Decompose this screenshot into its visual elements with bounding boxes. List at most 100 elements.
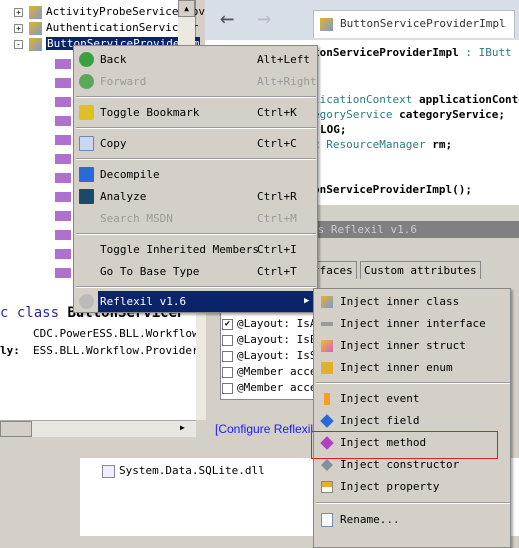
scroll-up-icon[interactable]: ▲ (178, 0, 195, 17)
property-icon (321, 481, 333, 493)
menu-item-shortcut: Ctrl+I (257, 243, 297, 256)
enum-icon (321, 362, 333, 374)
menu-item-inject-event[interactable]: Inject event (314, 388, 510, 410)
configure-reflexil-link[interactable]: [Configure Reflexil ... (215, 422, 326, 436)
checkbox[interactable] (222, 350, 233, 362)
menu-item-label: Inject inner struct (340, 339, 466, 352)
expand-icon[interactable]: + (14, 7, 23, 17)
checkbox-label: @Layout: IsE (237, 333, 317, 346)
menu-item-shortcut: Alt+Left (257, 53, 310, 66)
reflexil-icon (79, 294, 94, 309)
tab-buttonserviceproviderimpl[interactable]: ButtonServiceProviderImpl (313, 10, 515, 38)
code-text: licationContext (313, 93, 419, 106)
keyword-text: c class (0, 305, 68, 321)
menu-item-go-to-base-type[interactable]: Go To Base Type Ctrl+T (74, 261, 317, 282)
menu-item-inject-field[interactable]: Inject field (314, 410, 510, 432)
code-text: tonServiceProviderImpl (313, 46, 459, 59)
code-line: c ResourceManager rm; (313, 138, 452, 151)
tab-custom-attributes[interactable]: Custom attributes (360, 261, 481, 279)
menu-item-shortcut: Ctrl+C (257, 137, 297, 150)
checkbox[interactable] (222, 382, 233, 394)
collapse-icon[interactable]: - (14, 39, 23, 49)
scroll-thumb[interactable] (0, 421, 32, 437)
field-icon (320, 414, 334, 428)
assembly-item-label: System.Data.SQLite.dll (119, 464, 265, 477)
rename-icon (321, 513, 333, 527)
menu-item-label: Toggle Bookmark (100, 106, 200, 119)
code-line: egoryService categoryService; (313, 108, 505, 121)
code-text: LOG; (320, 123, 347, 136)
menu-item-rename[interactable]: Rename... (314, 509, 510, 531)
checkbox-label: @Layout: IsS (237, 349, 317, 362)
menu-item-shortcut: Alt+Right (257, 75, 317, 88)
menu-item-inject-inner-class[interactable]: Inject inner class (314, 291, 510, 313)
interface-icon (321, 322, 333, 326)
class-icon (321, 296, 333, 308)
horizontal-scrollbar[interactable]: ▶ (0, 420, 196, 437)
class-icon (320, 18, 333, 31)
menu-separator (76, 158, 316, 160)
attribute-checkbox[interactable]: @Layout: IsE (222, 332, 316, 348)
tree-item[interactable]: + AuthenticationServicePr (14, 20, 198, 36)
menu-item-search-msdn[interactable]: Search MSDN Ctrl+M (74, 208, 317, 229)
tree-item[interactable]: + ActivityProbeServiceProv (14, 4, 205, 20)
menu-separator (316, 502, 510, 504)
code-text: : IButt (458, 46, 512, 59)
context-menu: Back Alt+Left Forward Alt+Right Toggle Boo… (73, 45, 318, 313)
assembly-item[interactable]: System.Data.SQLite.dll (102, 464, 265, 478)
menu-separator (76, 286, 316, 288)
menu-item-shortcut: Ctrl+M (257, 212, 297, 225)
menu-item-label: Inject field (340, 414, 420, 427)
menu-item-label: Forward (100, 75, 147, 88)
menu-item-toggle-bookmark[interactable]: Toggle Bookmark Ctrl+K (74, 102, 317, 123)
menu-item-label: Rename... (340, 513, 400, 526)
menu-item-label: Toggle Inherited Members (100, 243, 259, 256)
menu-separator (76, 233, 316, 235)
menu-item-toggle-inherited-members[interactable]: Toggle Inherited Members Ctrl+I (74, 239, 317, 260)
scroll-right-icon[interactable]: ▶ (180, 423, 185, 432)
checkbox-label: @Layout: IsA (237, 317, 317, 330)
back-arrow-icon[interactable]: ← (220, 4, 234, 32)
menu-item-decompile[interactable]: Decompile (74, 164, 317, 185)
code-line: tonServiceProviderImpl : IButt (313, 46, 512, 59)
menu-item-copy[interactable]: Copy Ctrl+C (74, 133, 317, 154)
checkbox-checked[interactable]: ✔ (222, 318, 233, 330)
menu-item-forward[interactable]: Forward Alt+Right (74, 71, 317, 92)
analyze-icon (79, 189, 94, 204)
highlight-annotation-box (311, 431, 498, 459)
menu-item-analyze[interactable]: Analyze Ctrl+R (74, 186, 317, 207)
struct-icon (321, 340, 333, 352)
menu-item-label: Inject event (340, 392, 420, 405)
attribute-checkbox[interactable]: @Layout: IsS (222, 348, 316, 364)
dll-icon (102, 464, 115, 478)
menu-item-label: Search MSDN (100, 212, 173, 225)
checkbox[interactable] (222, 366, 233, 378)
assembly-value: ESS.BLL.Workflow.Provider, (33, 344, 206, 357)
menu-item-reflexil[interactable]: Reflexil v1.6 ▶ (74, 291, 317, 312)
code-text: categoryService; (399, 108, 506, 121)
member-icons (55, 56, 71, 286)
menu-item-inject-inner-struct[interactable]: Inject inner struct (314, 335, 510, 357)
attribute-checkbox[interactable]: @Member acce (222, 364, 316, 380)
code-line: onServiceProviderImpl(); (313, 183, 472, 196)
menu-item-back[interactable]: Back Alt+Left (74, 49, 317, 70)
expand-icon[interactable]: + (14, 23, 23, 33)
namespace-value: CDC.PowerESS.BLL.Workflow. (33, 327, 206, 340)
reflexil-title-bar: 's Reflexil v1.6 (305, 221, 519, 238)
forward-arrow-icon[interactable]: → (257, 4, 271, 32)
menu-item-label: Inject inner enum (340, 361, 453, 374)
constructor-icon (321, 459, 333, 471)
forward-arrow-icon (79, 74, 94, 89)
attribute-checkbox[interactable]: @Member acce (222, 380, 316, 396)
menu-item-label: Inject inner class (340, 295, 460, 308)
menu-item-inject-inner-interface[interactable]: Inject inner interface (314, 313, 510, 335)
menu-item-shortcut: Ctrl+K (257, 106, 297, 119)
checkbox[interactable] (222, 334, 233, 346)
menu-separator (76, 96, 316, 98)
attribute-checkbox[interactable]: ✔ @Layout: IsA (222, 316, 316, 332)
tab-label: ButtonServiceProviderImpl (340, 17, 506, 30)
menu-item-inject-inner-enum[interactable]: Inject inner enum (314, 357, 510, 379)
code-text: egoryService (313, 108, 400, 121)
code-line: licationContext applicationConte (313, 93, 519, 106)
menu-item-inject-property[interactable]: Inject property (314, 476, 510, 498)
